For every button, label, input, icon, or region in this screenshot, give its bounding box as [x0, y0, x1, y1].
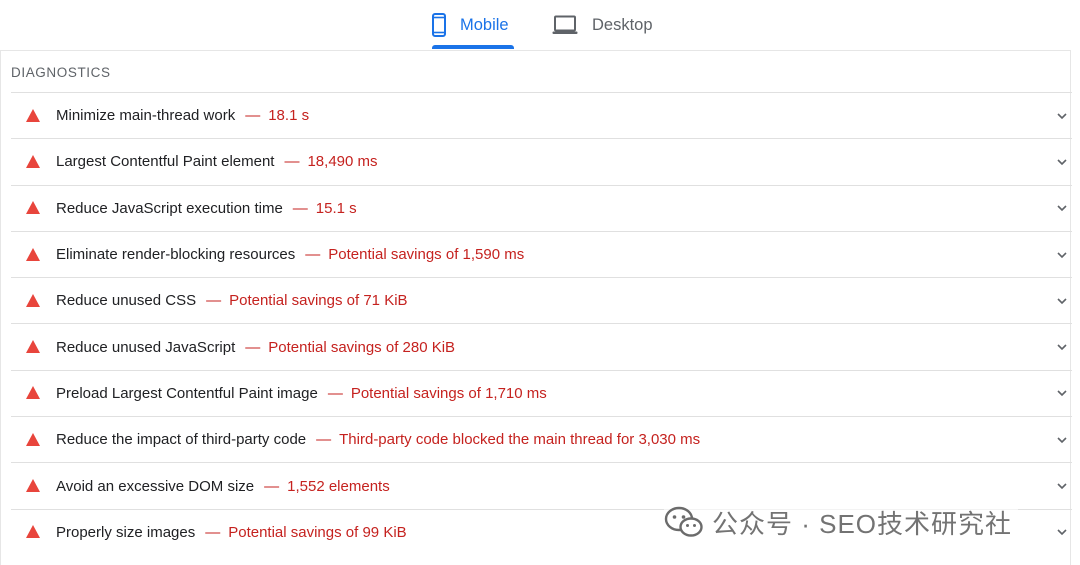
warning-triangle-icon: [26, 247, 40, 261]
warning-triangle-icon: [26, 201, 40, 215]
audit-row[interactable]: Reduce JavaScript execution time — 15.1 s: [11, 184, 1072, 231]
audit-title: Properly size images — Potential savings o…: [56, 524, 407, 541]
audit-value: 15.1 s: [315, 199, 357, 217]
chevron-down-icon[interactable]: [1056, 202, 1068, 214]
warning-triangle-icon: [26, 108, 40, 122]
chevron-down-icon[interactable]: [1056, 249, 1068, 261]
audit-value: Potential savings of 1,710 ms: [350, 384, 547, 402]
audit-title: Preload Largest Contentful Paint image — P…: [56, 385, 547, 402]
audit-separator: —: [292, 199, 308, 217]
section-title: DIAGNOSTICS: [11, 65, 111, 80]
active-tab-indicator: [432, 45, 514, 49]
audit-value: Potential savings of 1,590 ms: [328, 246, 525, 264]
audit-title-text: Reduce JavaScript execution time: [56, 199, 283, 217]
audit-title-text: Reduce the impact of third-party code: [56, 431, 307, 449]
audit-title: Reduce the impact of third-party code — Th…: [56, 431, 700, 448]
audit-value: 18.1 s: [268, 107, 310, 125]
audit-title: Reduce unused JavaScript — Potential savin…: [56, 339, 455, 356]
audit-title-text: Properly size images: [56, 523, 196, 541]
audit-separator: —: [205, 523, 221, 541]
chevron-down-icon[interactable]: [1056, 156, 1068, 168]
audit-separator: —: [264, 477, 280, 495]
watermark: 公众号 · SEO技术研究社: [664, 500, 1019, 544]
audit-separator: —: [305, 246, 321, 264]
chevron-down-icon[interactable]: [1056, 110, 1068, 122]
warning-triangle-icon: [26, 154, 40, 168]
audit-title: Reduce unused CSS — Potential savings of 7…: [56, 292, 408, 309]
warning-triangle-icon: [26, 479, 40, 493]
diagnostics-panel: DIAGNOSTICS Minimize main-thread work — 18…: [0, 50, 1072, 565]
tab-mobile[interactable]: Mobile: [432, 0, 514, 50]
audit-title-text: Reduce unused JavaScript: [56, 338, 236, 356]
audit-title-text: Preload Largest Contentful Paint image: [56, 384, 318, 402]
audit-row[interactable]: Reduce unused JavaScript — Potential savin…: [11, 323, 1072, 369]
audit-title-text: Reduce unused CSS: [56, 292, 197, 310]
audit-separator: —: [245, 107, 261, 125]
warning-triangle-icon: [26, 293, 40, 307]
audit-row[interactable]: Reduce unused CSS — Potential savings of 7…: [11, 277, 1072, 323]
audit-title: Largest Contentful Paint element — 18,490 …: [56, 153, 378, 170]
audit-value: Potential savings of 71 KiB: [229, 292, 408, 310]
warning-triangle-icon: [26, 386, 40, 400]
audit-value: 18,490 ms: [307, 153, 378, 171]
audit-row[interactable]: Preload Largest Contentful Paint image — P…: [11, 369, 1072, 416]
audit-list: Minimize main-thread work — 18.1 s Largest…: [11, 92, 1072, 555]
tab-desktop-label: Desktop: [592, 15, 653, 34]
audit-row[interactable]: Largest Contentful Paint element — 18,490 …: [11, 138, 1072, 184]
warning-triangle-icon: [26, 432, 40, 446]
audit-row[interactable]: Reduce the impact of third-party code — Th…: [11, 416, 1072, 462]
audit-title-text: Avoid an excessive DOM size: [56, 477, 255, 495]
laptop-icon: [552, 15, 578, 35]
audit-value: 1,552 elements: [287, 477, 390, 495]
audit-separator: —: [245, 338, 261, 356]
chevron-down-icon[interactable]: [1056, 387, 1068, 399]
tab-mobile-label: Mobile: [460, 15, 509, 34]
audit-title: Reduce JavaScript execution time — 15.1 s: [56, 200, 357, 217]
watermark-text: 公众号 · SEO技术研究社: [712, 508, 1013, 539]
wechat-icon: [664, 506, 704, 538]
chevron-down-icon[interactable]: [1056, 526, 1068, 538]
audit-title-text: Eliminate render-blocking resources: [56, 246, 296, 264]
audit-separator: —: [316, 431, 332, 449]
audit-row[interactable]: Minimize main-thread work — 18.1 s: [11, 92, 1072, 138]
chevron-down-icon[interactable]: [1056, 480, 1068, 492]
warning-triangle-icon: [26, 340, 40, 354]
audit-separator: —: [206, 292, 222, 310]
chevron-down-icon[interactable]: [1056, 434, 1068, 446]
audit-value: Third-party code blocked the main thread…: [339, 431, 701, 449]
audit-value: Potential savings of 280 KiB: [268, 338, 456, 356]
warning-triangle-icon: [26, 525, 40, 539]
chevron-down-icon[interactable]: [1056, 341, 1068, 353]
audit-title: Eliminate render-blocking resources — Pote…: [56, 246, 524, 263]
audit-value: Potential savings of 99 KiB: [228, 523, 407, 541]
audit-title-text: Largest Contentful Paint element: [56, 153, 275, 171]
device-tabs: Mobile Desktop: [0, 0, 1080, 50]
smartphone-icon: [432, 13, 446, 37]
audit-title: Avoid an excessive DOM size — 1,552 elemen…: [56, 478, 390, 495]
chevron-down-icon[interactable]: [1056, 295, 1068, 307]
tab-desktop[interactable]: Desktop: [552, 0, 662, 50]
audit-separator: —: [327, 384, 343, 402]
audit-title: Minimize main-thread work — 18.1 s: [56, 107, 309, 124]
audit-row[interactable]: Eliminate render-blocking resources — Pote…: [11, 230, 1072, 277]
audit-title-text: Minimize main-thread work: [56, 107, 236, 125]
audit-separator: —: [284, 153, 300, 171]
